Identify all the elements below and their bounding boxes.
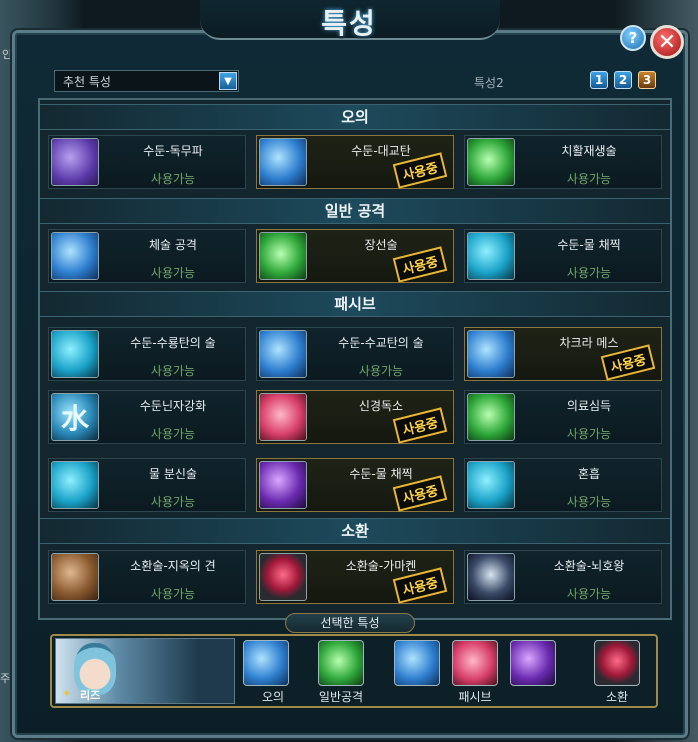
skill-card[interactable]: 수둔-독무파 사용가능 — [48, 135, 246, 189]
skill-name: 수둔닌자강화 — [139, 399, 207, 413]
skill-card[interactable]: 소환술-가마켄 사용중 — [256, 550, 454, 604]
brain-toxin-icon — [259, 393, 307, 441]
skill-card[interactable]: 소환술-뇌호왕 사용가능 — [464, 550, 662, 604]
skill-card[interactable]: 체술 공격 사용가능 — [48, 229, 246, 283]
chakra-glove-icon — [467, 330, 515, 378]
skill-card[interactable]: 수둔-수교탄의 술 사용가능 — [256, 327, 454, 381]
selected-passive-whip-icon[interactable] — [510, 640, 556, 686]
selected-passive-label: 패시브 — [458, 690, 492, 704]
skill-name: 소환술-뇌호왕 — [553, 559, 625, 573]
skill-card[interactable]: 물 분신술 사용가능 — [48, 458, 246, 512]
selected-summon-label: 소환 — [605, 690, 629, 704]
medical-needle-icon — [467, 393, 515, 441]
skill-card[interactable]: 수둔-물 채찍 사용가능 — [464, 229, 662, 283]
selected-ougi-label: 오의 — [261, 690, 285, 704]
section-header-ougi: 오의 — [40, 104, 670, 130]
selected-passive-glove-icon[interactable] — [394, 640, 440, 686]
water-shark-icon — [259, 330, 307, 378]
star-icon: ✦ — [62, 687, 72, 700]
skill-status: 사용가능 — [566, 172, 612, 186]
skill-card[interactable]: 의료심득 사용가능 — [464, 390, 662, 444]
skill-name: 혼흡 — [577, 467, 601, 481]
skill-card[interactable]: 차크라 메스 사용중 — [464, 327, 662, 381]
green-chakra-icon — [259, 232, 307, 280]
skill-name: 소환술-지옥의 견 — [130, 559, 216, 573]
window-title: 특성 — [321, 7, 377, 40]
hell-dog-icon — [51, 553, 99, 601]
section-header-summon: 소환 — [40, 518, 670, 544]
skill-status: 사용가능 — [566, 266, 612, 280]
skill-card[interactable]: 장선술 사용중 — [256, 229, 454, 283]
close-icon: ✕ — [657, 29, 677, 55]
preset-2-button[interactable]: 2 — [614, 71, 632, 89]
thunder-lion-icon — [467, 553, 515, 601]
skill-status: 사용가능 — [566, 495, 612, 509]
character-portrait: ✦ 리즈 — [55, 638, 235, 704]
skill-status: 사용가능 — [150, 266, 196, 280]
preset-label: 특성2 — [474, 76, 504, 90]
character-name: 리즈 — [80, 689, 101, 702]
chevron-down-icon[interactable]: ▼ — [219, 72, 237, 90]
water-kanji-icon: 水 — [51, 393, 99, 441]
selected-traits-title: 선택한 특성 — [285, 613, 415, 633]
skill-name: 체술 공격 — [149, 238, 197, 252]
skill-name: 수둔-독무파 — [143, 144, 203, 158]
skill-status: 사용가능 — [150, 587, 196, 601]
skill-card[interactable]: 水 수둔닌자강화 사용가능 — [48, 390, 246, 444]
water-dragon-icon — [51, 330, 99, 378]
skill-status: 사용가능 — [150, 427, 196, 441]
preset-1-button[interactable]: 1 — [590, 71, 608, 89]
skill-card[interactable]: 수둔-수룡탄의 술 사용가능 — [48, 327, 246, 381]
selected-summon-icon[interactable] — [594, 640, 640, 686]
skill-name: 물 분신술 — [149, 467, 197, 481]
selected-normal-attack-label: 일반공격 — [318, 690, 364, 704]
skill-name: 수둔-물 채찍 — [557, 238, 621, 252]
skill-card[interactable]: 수둔-물 채찍 사용중 — [256, 458, 454, 512]
skill-status: 사용가능 — [566, 587, 612, 601]
preset-3-button[interactable]: 3 — [638, 71, 656, 89]
water-shark-icon — [259, 138, 307, 186]
close-button[interactable]: ✕ — [650, 25, 684, 59]
skill-card[interactable]: 치활재생술 사용가능 — [464, 135, 662, 189]
background-text: 인 — [2, 48, 13, 61]
skill-card[interactable]: 소환술-지옥의 견 사용가능 — [48, 550, 246, 604]
skill-status: 사용가능 — [150, 172, 196, 186]
skill-status: 사용가능 — [150, 364, 196, 378]
skill-status: 사용가능 — [358, 364, 404, 378]
skill-card[interactable]: 혼흡 사용가능 — [464, 458, 662, 512]
selected-normal-attack-icon[interactable] — [318, 640, 364, 686]
selected-passive-brain-icon[interactable] — [452, 640, 498, 686]
skill-name: 수둔-수교탄의 술 — [338, 336, 424, 350]
skill-card[interactable]: 수둔-대교탄 사용중 — [256, 135, 454, 189]
skill-card[interactable]: 신경독소 사용중 — [256, 390, 454, 444]
skill-status: 사용가능 — [566, 427, 612, 441]
violet-swirl-icon — [51, 138, 99, 186]
skill-status: 사용가능 — [150, 495, 196, 509]
breath-icon — [467, 461, 515, 509]
water-whip-icon — [467, 232, 515, 280]
skill-name: 치활재생술 — [561, 144, 617, 158]
dropdown-value: 추천 특성 — [63, 74, 111, 89]
skill-name: 의료심득 — [566, 399, 612, 413]
purple-whip-icon — [259, 461, 307, 509]
selected-ougi-icon[interactable] — [243, 640, 289, 686]
section-header-passive: 패시브 — [40, 291, 670, 317]
trait-preset-dropdown[interactable]: 추천 특성 ▼ — [54, 70, 239, 92]
water-clone-icon — [51, 461, 99, 509]
gamaken-face-icon — [259, 553, 307, 601]
section-header-normal-attack: 일반 공격 — [40, 198, 670, 224]
help-button[interactable]: ? — [620, 25, 646, 51]
skill-name: 수둔-수룡탄의 술 — [130, 336, 216, 350]
question-icon: ? — [628, 29, 638, 47]
green-hand-icon — [467, 138, 515, 186]
fist-icon — [51, 232, 99, 280]
